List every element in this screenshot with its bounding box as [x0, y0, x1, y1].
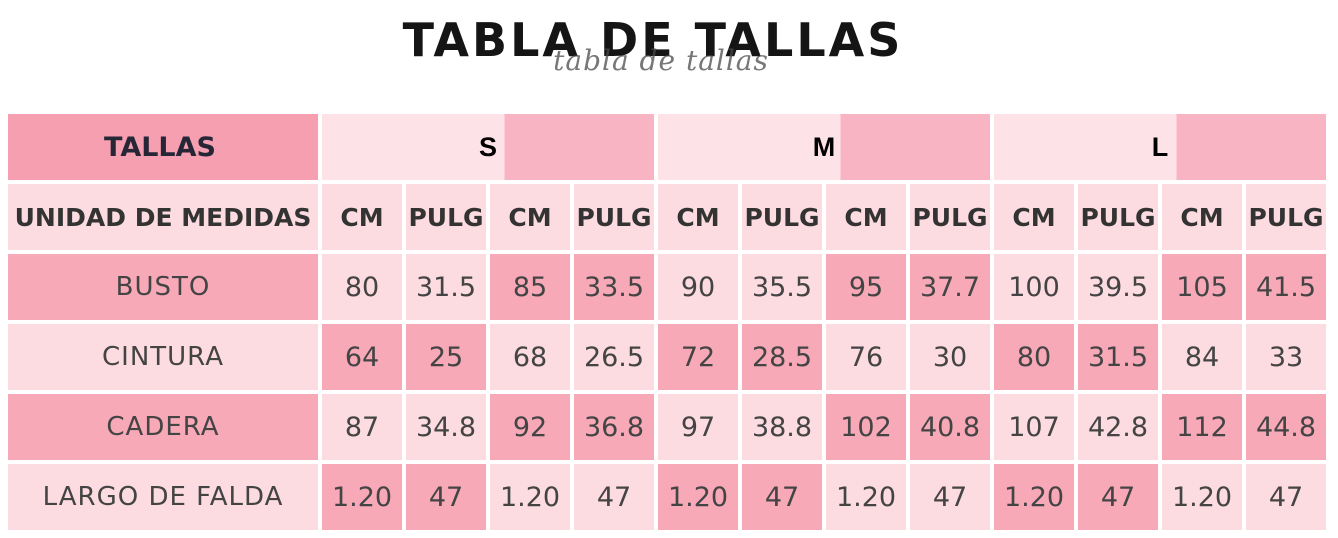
- unit-header-cell: CM: [490, 184, 570, 250]
- unit-header-cell: PULG: [1078, 184, 1158, 250]
- measure-value-cell: 37.7: [910, 254, 990, 320]
- measure-value-cell: 72: [658, 324, 738, 390]
- size-header-1: M: [658, 114, 990, 180]
- unit-header-cell: PULG: [406, 184, 486, 250]
- measure-value-cell: 28.5: [742, 324, 822, 390]
- measure-value-cell: 34.8: [406, 394, 486, 460]
- measure-value-cell: 87: [322, 394, 402, 460]
- size-header-2: L: [994, 114, 1326, 180]
- measure-value-cell: 107: [994, 394, 1074, 460]
- measure-value-cell: 47: [574, 464, 654, 530]
- measure-value-cell: 25: [406, 324, 486, 390]
- measure-value-cell: 44.8: [1246, 394, 1326, 460]
- measure-value-cell: 80: [994, 324, 1074, 390]
- measure-value-cell: 30: [910, 324, 990, 390]
- unit-header-cell: CM: [322, 184, 402, 250]
- measure-value-cell: 102: [826, 394, 906, 460]
- measure-value-cell: 26.5: [574, 324, 654, 390]
- measure-value-cell: 85: [490, 254, 570, 320]
- measure-value-cell: 95: [826, 254, 906, 320]
- measure-value-cell: 1.20: [826, 464, 906, 530]
- measure-value-cell: 105: [1162, 254, 1242, 320]
- measure-value-cell: 80: [322, 254, 402, 320]
- measure-value-cell: 41.5: [1246, 254, 1326, 320]
- measure-value-cell: 36.8: [574, 394, 654, 460]
- unit-header-cell: PULG: [1246, 184, 1326, 250]
- measure-value-cell: 1.20: [658, 464, 738, 530]
- measure-value-cell: 64: [322, 324, 402, 390]
- unit-header-cell: CM: [658, 184, 738, 250]
- measure-value-cell: 40.8: [910, 394, 990, 460]
- size-header-0: S: [322, 114, 654, 180]
- unit-header-cell: PULG: [742, 184, 822, 250]
- measure-value-cell: 1.20: [1162, 464, 1242, 530]
- measure-value-cell: 42.8: [1078, 394, 1158, 460]
- measure-value-cell: 47: [742, 464, 822, 530]
- measure-value-cell: 1.20: [322, 464, 402, 530]
- unit-header-cell: CM: [1162, 184, 1242, 250]
- measure-value-cell: 90: [658, 254, 738, 320]
- measure-label: CINTURA: [8, 324, 318, 390]
- measure-value-cell: 76: [826, 324, 906, 390]
- measure-value-cell: 84: [1162, 324, 1242, 390]
- measure-value-cell: 100: [994, 254, 1074, 320]
- measure-value-cell: 31.5: [406, 254, 486, 320]
- measure-value-cell: 38.8: [742, 394, 822, 460]
- measure-value-cell: 68: [490, 324, 570, 390]
- measure-value-cell: 35.5: [742, 254, 822, 320]
- measure-value-cell: 47: [1246, 464, 1326, 530]
- measure-value-cell: 92: [490, 394, 570, 460]
- measure-value-cell: 47: [1078, 464, 1158, 530]
- measure-value-cell: 1.20: [994, 464, 1074, 530]
- unit-row-label: UNIDAD DE MEDIDAS: [8, 184, 318, 250]
- measure-value-cell: 112: [1162, 394, 1242, 460]
- measure-value-cell: 31.5: [1078, 324, 1158, 390]
- tallas-header-label: TALLAS: [8, 114, 318, 180]
- unit-header-cell: CM: [826, 184, 906, 250]
- measure-label: CADERA: [8, 394, 318, 460]
- measure-value-cell: 47: [406, 464, 486, 530]
- measure-value-cell: 97: [658, 394, 738, 460]
- measure-label: LARGO DE FALDA: [8, 464, 318, 530]
- measure-value-cell: 1.20: [490, 464, 570, 530]
- unit-header-cell: CM: [994, 184, 1074, 250]
- measure-label: BUSTO: [8, 254, 318, 320]
- title-script-decoration: tabla de tallas: [553, 44, 769, 77]
- unit-header-cell: PULG: [574, 184, 654, 250]
- page-title: TABLA DE TALLAS: [402, 13, 904, 67]
- measure-value-cell: 33.5: [574, 254, 654, 320]
- title-block: TABLA DE TALLAS tabla de tallas: [0, 12, 1338, 77]
- measure-value-cell: 39.5: [1078, 254, 1158, 320]
- measure-value-cell: 47: [910, 464, 990, 530]
- unit-header-cell: PULG: [910, 184, 990, 250]
- size-chart-table: TALLAS S M L UNIDAD DE MEDIDAS CM PULG CM PULG CM…: [8, 114, 1330, 534]
- measure-value-cell: 33: [1246, 324, 1326, 390]
